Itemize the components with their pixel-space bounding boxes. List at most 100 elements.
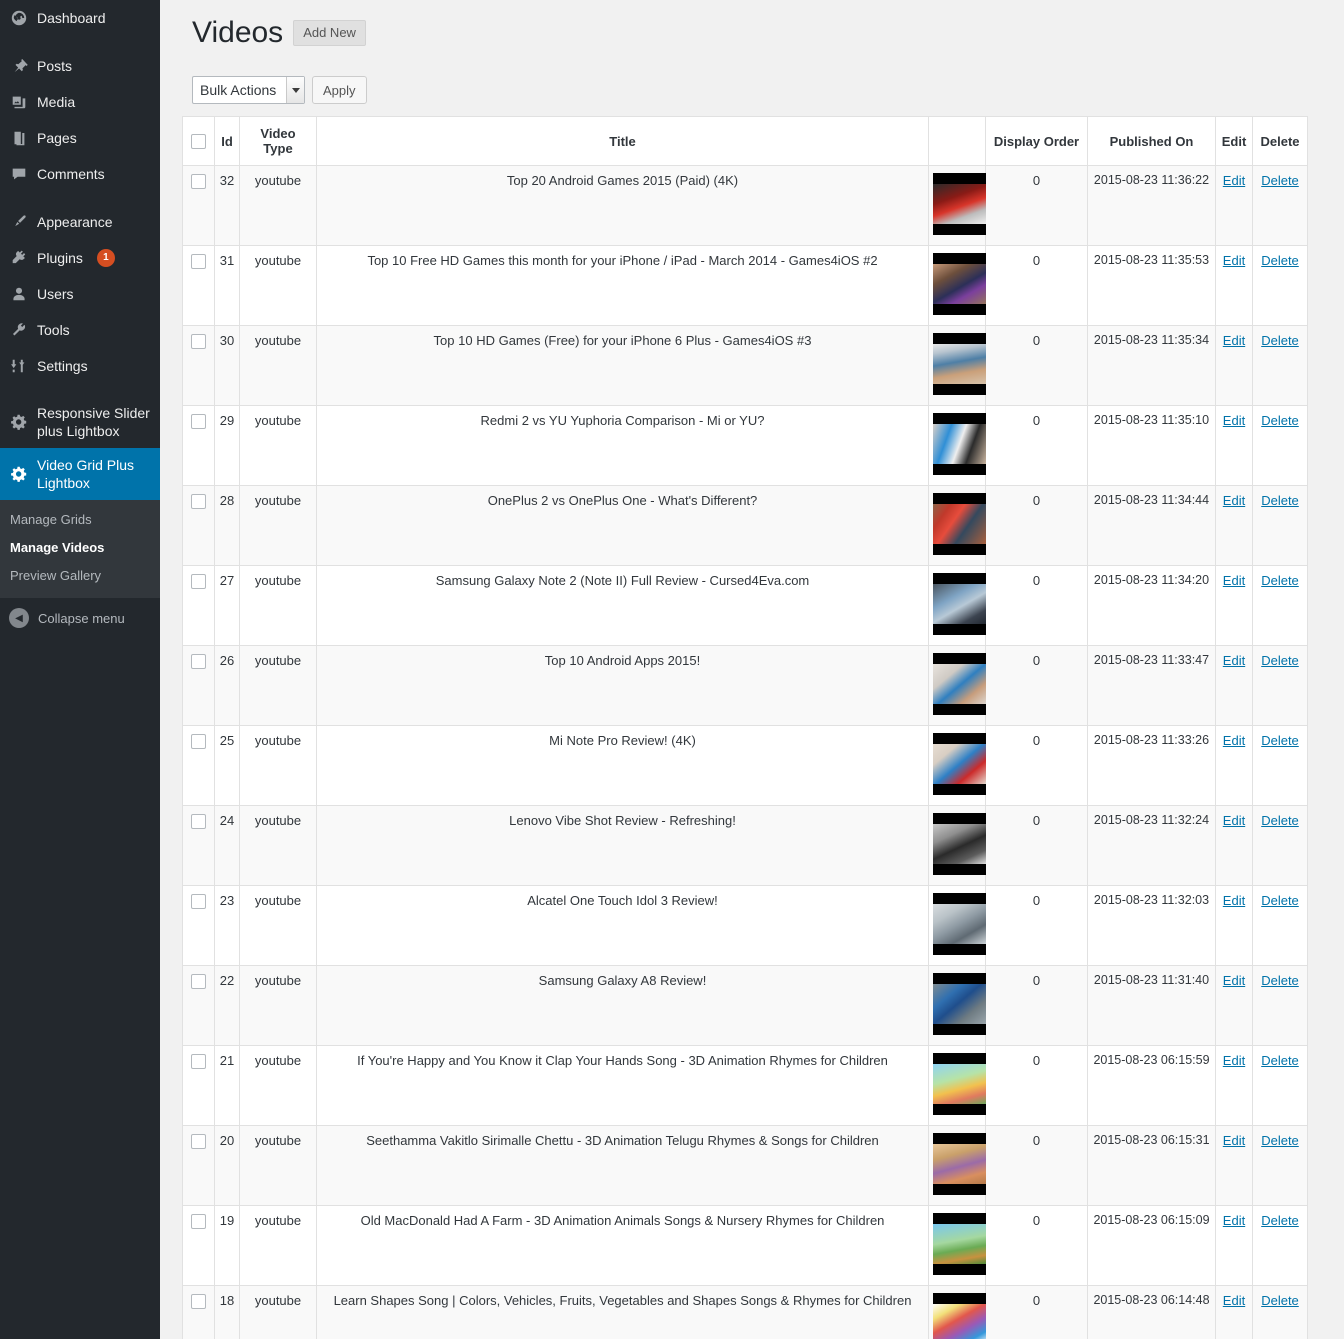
row-checkbox[interactable] xyxy=(191,494,206,510)
delete-link[interactable]: Delete xyxy=(1261,1053,1299,1068)
cell-title: Lenovo Vibe Shot Review - Refreshing! xyxy=(316,805,929,886)
cell-display-order: 0 xyxy=(985,565,1088,646)
row-checkbox[interactable] xyxy=(191,654,206,670)
edit-link[interactable]: Edit xyxy=(1223,813,1245,828)
row-checkbox[interactable] xyxy=(191,174,206,190)
bulk-actions-select-top[interactable]: Bulk Actions xyxy=(192,76,305,104)
video-thumbnail xyxy=(933,173,986,235)
row-checkbox[interactable] xyxy=(191,574,206,590)
edit-link[interactable]: Edit xyxy=(1223,1293,1245,1308)
edit-link[interactable]: Edit xyxy=(1223,733,1245,748)
row-checkbox[interactable] xyxy=(191,814,206,830)
delete-link[interactable]: Delete xyxy=(1261,573,1299,588)
delete-link[interactable]: Delete xyxy=(1261,333,1299,348)
delete-link[interactable]: Delete xyxy=(1261,973,1299,988)
row-checkbox[interactable] xyxy=(191,414,206,430)
apply-button-top[interactable]: Apply xyxy=(312,76,367,104)
sidebar-item-settings[interactable]: Settings xyxy=(0,348,160,384)
delete-link[interactable]: Delete xyxy=(1261,413,1299,428)
sidebar-item-pages[interactable]: Pages xyxy=(0,120,160,156)
row-checkbox[interactable] xyxy=(191,1294,206,1310)
cell-title: Top 10 HD Games (Free) for your iPhone 6… xyxy=(316,325,929,406)
row-checkbox[interactable] xyxy=(191,334,206,350)
edit-link[interactable]: Edit xyxy=(1223,653,1245,668)
cell-video-type: youtube xyxy=(239,405,317,486)
edit-link[interactable]: Edit xyxy=(1223,333,1245,348)
row-checkbox[interactable] xyxy=(191,974,206,990)
delete-link[interactable]: Delete xyxy=(1261,1213,1299,1228)
edit-link[interactable]: Edit xyxy=(1223,493,1245,508)
sidebar-item-video-grid-plus-lightbox[interactable]: Video Grid Plus Lightbox xyxy=(0,448,160,500)
select-all-checkbox[interactable] xyxy=(191,134,206,150)
sidebar-item-dashboard[interactable]: Dashboard xyxy=(0,0,160,36)
video-thumbnail xyxy=(933,573,986,635)
cell-published-on: 2015-08-23 11:35:53 xyxy=(1087,245,1216,326)
cell-edit: Edit xyxy=(1215,245,1253,326)
edit-link[interactable]: Edit xyxy=(1223,893,1245,908)
delete-link[interactable]: Delete xyxy=(1261,173,1299,188)
video-thumbnail xyxy=(933,413,986,475)
thumbnail-image xyxy=(933,984,986,1024)
sidebar-item-responsive-slider-plus-lightbox[interactable]: Responsive Slider plus Lightbox xyxy=(0,396,160,448)
sidebar-item-appearance[interactable]: Appearance xyxy=(0,204,160,240)
delete-link[interactable]: Delete xyxy=(1261,1293,1299,1308)
plug-icon xyxy=(9,248,29,268)
table-row: 23 youtube Alcatel One Touch Idol 3 Review… xyxy=(182,885,1308,966)
edit-link[interactable]: Edit xyxy=(1223,573,1245,588)
video-thumbnail xyxy=(933,973,986,1035)
sidebar-item-comments[interactable]: Comments xyxy=(0,156,160,192)
edit-link[interactable]: Edit xyxy=(1223,973,1245,988)
table-row: 32 youtube Top 20 Android Games 2015 (Paid… xyxy=(182,165,1308,246)
delete-link[interactable]: Delete xyxy=(1261,813,1299,828)
cell-id: 26 xyxy=(214,645,240,726)
cell-title: Old MacDonald Had A Farm - 3D Animation … xyxy=(316,1205,929,1286)
cell-display-order: 0 xyxy=(985,965,1088,1046)
cell-published-on: 2015-08-23 06:15:59 xyxy=(1087,1045,1216,1126)
row-select-cell xyxy=(182,885,215,966)
cell-display-order: 0 xyxy=(985,485,1088,566)
row-checkbox[interactable] xyxy=(191,254,206,270)
edit-link[interactable]: Edit xyxy=(1223,413,1245,428)
cell-edit: Edit xyxy=(1215,485,1253,566)
sidebar-item-users[interactable]: Users xyxy=(0,276,160,312)
row-checkbox[interactable] xyxy=(191,1214,206,1230)
row-checkbox[interactable] xyxy=(191,894,206,910)
submenu-item-manage-videos[interactable]: Manage Videos xyxy=(0,534,160,562)
bulk-actions-select-wrapper: Bulk Actions xyxy=(192,76,305,104)
cell-video-type: youtube xyxy=(239,485,317,566)
sidebar-item-label: Users xyxy=(37,286,74,302)
cell-video-type: youtube xyxy=(239,1285,317,1339)
edit-link[interactable]: Edit xyxy=(1223,173,1245,188)
edit-link[interactable]: Edit xyxy=(1223,1213,1245,1228)
delete-link[interactable]: Delete xyxy=(1261,653,1299,668)
cell-title: Alcatel One Touch Idol 3 Review! xyxy=(316,885,929,966)
sidebar-item-plugins[interactable]: Plugins 1 xyxy=(0,240,160,276)
sidebar-item-media[interactable]: Media xyxy=(0,84,160,120)
cell-video-type: youtube xyxy=(239,965,317,1046)
add-new-button[interactable]: Add New xyxy=(293,20,366,46)
edit-link[interactable]: Edit xyxy=(1223,1133,1245,1148)
delete-link[interactable]: Delete xyxy=(1261,493,1299,508)
cell-edit: Edit xyxy=(1215,965,1253,1046)
column-header-id: Id xyxy=(214,116,240,166)
submenu-item-manage-grids[interactable]: Manage Grids xyxy=(0,506,160,534)
sidebar-item-posts[interactable]: Posts xyxy=(0,48,160,84)
row-checkbox[interactable] xyxy=(191,734,206,750)
sidebar-item-label: Posts xyxy=(37,58,73,74)
cell-delete: Delete xyxy=(1252,405,1308,486)
edit-link[interactable]: Edit xyxy=(1223,1053,1245,1068)
collapse-menu-button[interactable]: ◀ Collapse menu xyxy=(0,598,160,638)
sidebar-item-tools[interactable]: Tools xyxy=(0,312,160,348)
edit-link[interactable]: Edit xyxy=(1223,253,1245,268)
delete-link[interactable]: Delete xyxy=(1261,1133,1299,1148)
table-row: 25 youtube Mi Note Pro Review! (4K) 0 2015-0… xyxy=(182,725,1308,806)
delete-link[interactable]: Delete xyxy=(1261,253,1299,268)
row-checkbox[interactable] xyxy=(191,1054,206,1070)
row-checkbox[interactable] xyxy=(191,1134,206,1150)
submenu-item-preview-gallery[interactable]: Preview Gallery xyxy=(0,562,160,590)
delete-link[interactable]: Delete xyxy=(1261,893,1299,908)
delete-link[interactable]: Delete xyxy=(1261,733,1299,748)
cell-published-on: 2015-08-23 11:36:22 xyxy=(1087,165,1216,246)
cell-edit: Edit xyxy=(1215,1285,1253,1339)
cell-edit: Edit xyxy=(1215,165,1253,246)
